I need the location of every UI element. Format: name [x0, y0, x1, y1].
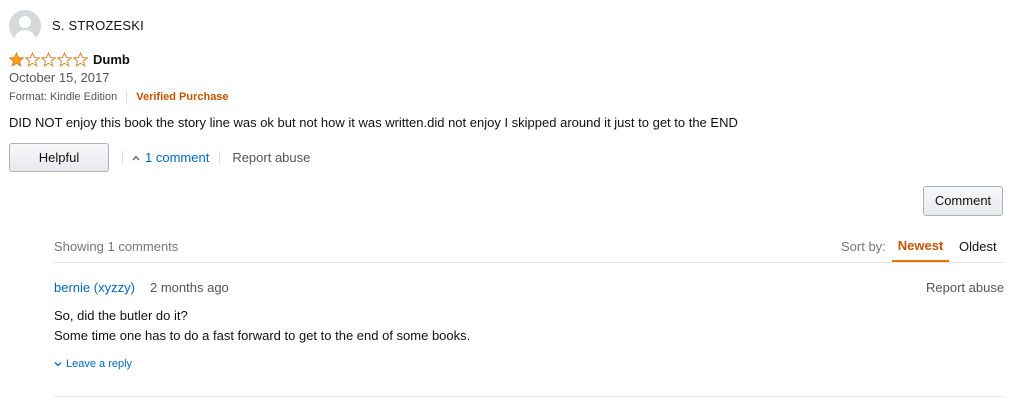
star-rating: [9, 52, 88, 67]
action-divider: [122, 151, 123, 164]
comment-report-abuse-link[interactable]: Report abuse: [926, 280, 1004, 295]
caret-up-icon: [132, 155, 140, 160]
comments-divider: [54, 262, 1004, 263]
star-filled-icon: [9, 52, 24, 67]
sort-by-label: Sort by:: [841, 239, 886, 254]
comment-button[interactable]: Comment: [923, 186, 1003, 216]
comment-text-line: Some time one has to do a fast forward t…: [54, 328, 471, 343]
review-meta: Format: Kindle Edition Verified Purchase: [9, 91, 229, 103]
review-title[interactable]: Dumb: [93, 52, 130, 67]
comments-count-label: Showing 1 comments: [54, 239, 179, 254]
review-date: October 15, 2017: [9, 70, 110, 85]
reviewer-name[interactable]: S. STROZESKI: [52, 18, 144, 33]
meta-divider: [126, 91, 128, 103]
leave-reply-link[interactable]: Leave a reply: [54, 358, 132, 370]
review-actions: 1 comment Report abuse: [122, 150, 310, 165]
format-label[interactable]: Format: Kindle Edition: [9, 91, 117, 103]
sort-oldest-tab[interactable]: Oldest: [959, 239, 997, 254]
comment-author-link[interactable]: bernie (xyzzy): [54, 280, 135, 295]
comments-bottom-divider: [54, 396, 1004, 397]
sort-newest-tab[interactable]: Newest: [892, 230, 949, 262]
verified-purchase-badge: Verified Purchase: [136, 91, 229, 103]
leave-reply-label: Leave a reply: [66, 358, 133, 370]
report-abuse-link[interactable]: Report abuse: [232, 150, 310, 165]
action-divider: [219, 151, 221, 164]
star-empty-icon: [41, 52, 56, 67]
comment-text-line: So, did the butler do it?: [54, 308, 188, 323]
comment-count-link[interactable]: 1 comment: [132, 150, 209, 165]
star-empty-icon: [25, 52, 40, 67]
star-empty-icon: [57, 52, 72, 67]
avatar-body-shape: [14, 30, 36, 42]
star-empty-icon: [73, 52, 88, 67]
chevron-down-icon: [54, 362, 62, 367]
comment-timestamp: 2 months ago: [150, 280, 229, 295]
comment-count-label: 1 comment: [145, 150, 210, 165]
avatar: [9, 10, 41, 42]
helpful-button[interactable]: Helpful: [9, 143, 109, 172]
avatar-head-shape: [19, 16, 31, 28]
review-body: DID NOT enjoy this book the story line w…: [9, 115, 738, 130]
